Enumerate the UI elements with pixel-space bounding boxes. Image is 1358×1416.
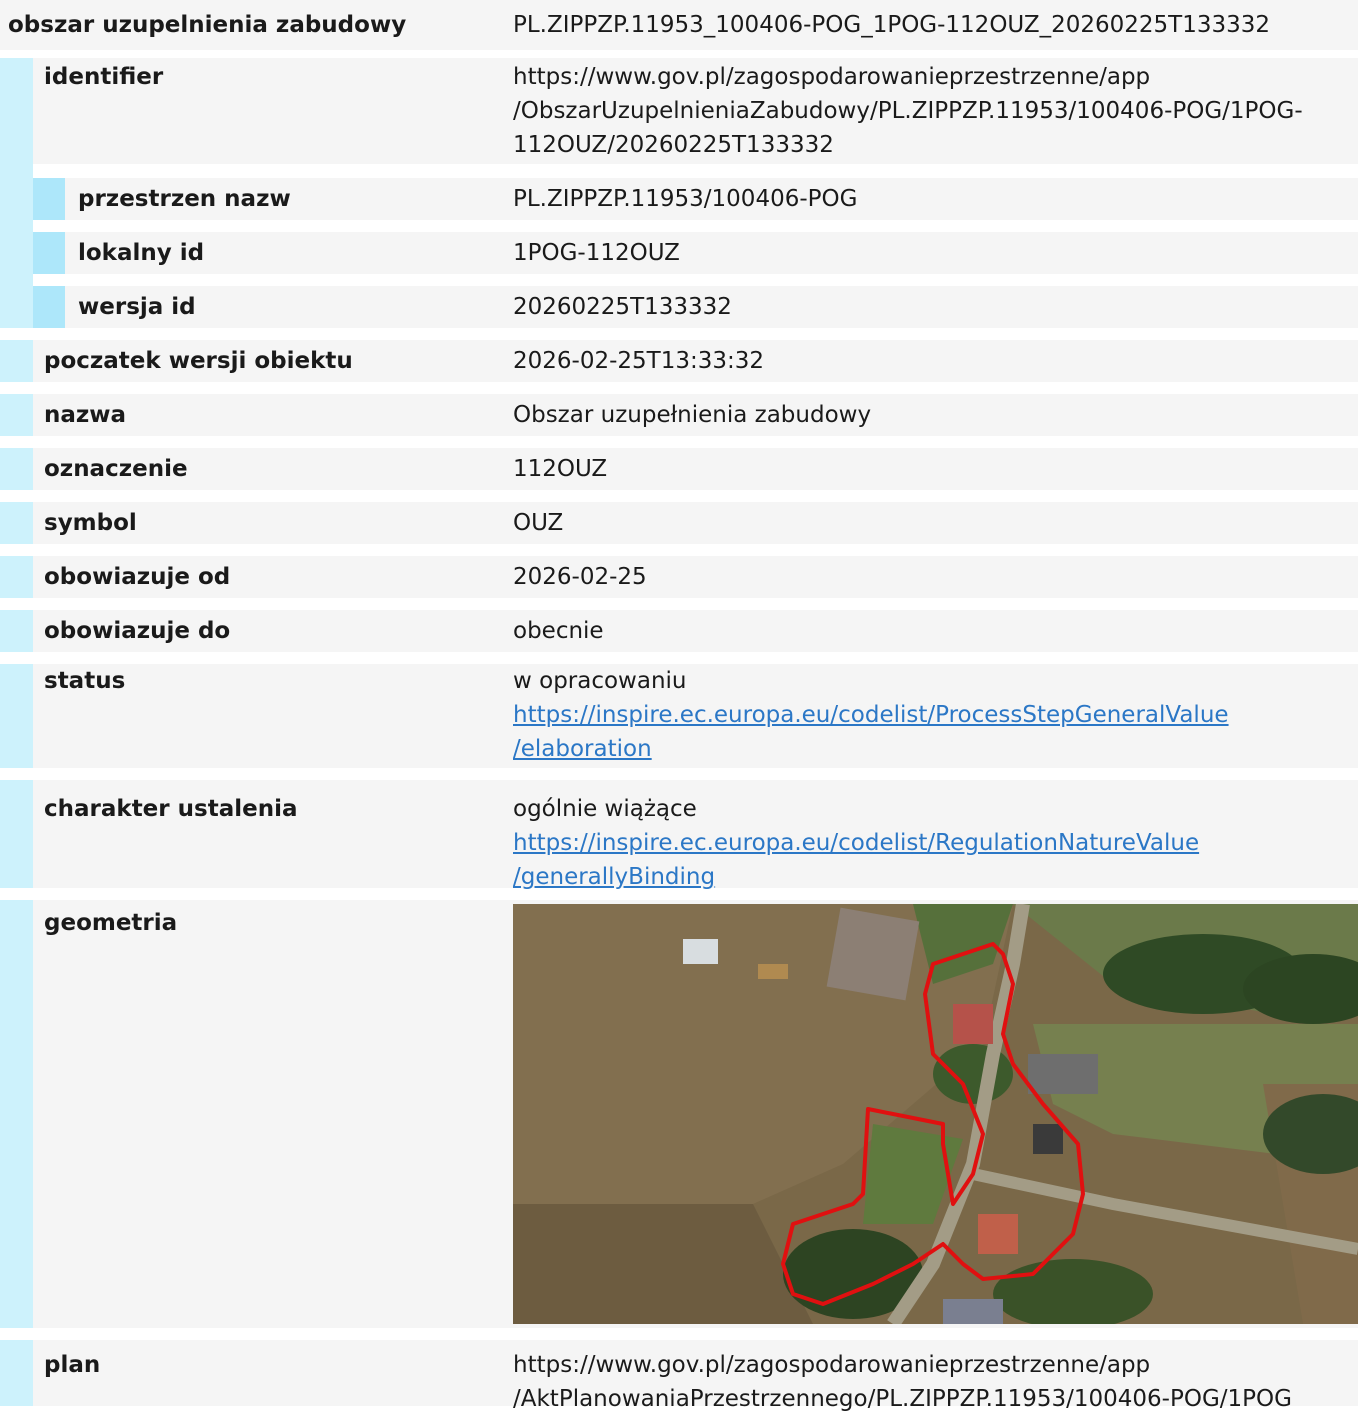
status-label: status [44, 668, 126, 694]
field-row: poczatek wersji obiektu 2026-02-25T13:33… [0, 340, 1358, 382]
version-id-label: wersja id [78, 294, 196, 320]
field-row: symbol OUZ [0, 502, 1358, 544]
field-row: oznaczenie 112OUZ [0, 448, 1358, 490]
regulation-nature-value: ogólnie wiążące [513, 796, 697, 822]
sub-indent-bar [33, 178, 65, 220]
sub-indent-bar [33, 232, 65, 274]
field-value: obecnie [513, 618, 604, 644]
status-row: status w opracowaniu https://inspire.ec.… [0, 664, 1358, 768]
indent-bar [0, 232, 33, 274]
indent-bar [0, 274, 33, 286]
regulation-nature-value-block: ogólnie wiążące https://inspire.ec.europ… [513, 792, 1199, 894]
local-id-value: 1POG-112OUZ [513, 240, 680, 266]
indent-bar [0, 610, 33, 652]
indent-bar [0, 394, 33, 436]
indent-bar [0, 164, 33, 178]
indent-bar [0, 220, 33, 232]
indent-bar [0, 1340, 33, 1406]
indent-bar [0, 664, 33, 768]
field-label: poczatek wersji obiektu [44, 348, 353, 374]
indent-bar [0, 900, 33, 1328]
row-background [33, 502, 1358, 544]
sub-indent-bar [33, 286, 65, 328]
indent-bar [0, 780, 33, 888]
field-label: symbol [44, 510, 137, 536]
field-value: 112OUZ [513, 456, 608, 482]
link-line: /elaboration [513, 736, 652, 762]
identifier-value: https://www.gov.pl/zagospodarowanieprzes… [513, 64, 1303, 158]
row-background [65, 232, 1358, 274]
plan-label: plan [44, 1352, 101, 1378]
regulation-nature-label: charakter ustalenia [44, 796, 298, 822]
indent-bar [0, 58, 33, 164]
status-value-block: w opracowaniu https://inspire.ec.europa.… [513, 664, 1229, 766]
indent-bar [0, 448, 33, 490]
version-id-row: wersja id 20260225T133332 [0, 286, 1358, 328]
row-background [33, 448, 1358, 490]
link-line: https://inspire.ec.europa.eu/codelist/Re… [513, 830, 1200, 856]
field-label: oznaczenie [44, 456, 188, 482]
field-value: 2026-02-25T13:33:32 [513, 348, 765, 374]
field-label: nazwa [44, 402, 127, 428]
nested-spacer [0, 220, 1358, 232]
field-row: nazwa Obszar uzupełnienia zabudowy [0, 394, 1358, 436]
field-label: obowiazuje do [44, 618, 231, 644]
nested-spacer [0, 164, 1358, 178]
indent-bar [0, 556, 33, 598]
indent-bar [0, 286, 33, 328]
version-id-value: 20260225T133332 [513, 294, 732, 320]
aerial-map-svg [513, 904, 1358, 1324]
row-background [33, 610, 1358, 652]
field-value: OUZ [513, 510, 564, 536]
field-value: 2026-02-25 [513, 564, 647, 590]
field-label: obowiazuje od [44, 564, 231, 590]
geometry-label: geometria [44, 910, 178, 936]
identifier-row: identifier https://www.gov.pl/zagospodar… [0, 58, 1358, 164]
regulation-nature-row: charakter ustalenia ogólnie wiążące http… [0, 780, 1358, 890]
indent-bar [0, 340, 33, 382]
namespace-value: PL.ZIPPZP.11953/100406-POG [513, 186, 858, 212]
namespace-label: przestrzen nazw [78, 186, 291, 212]
local-id-label: lokalny id [78, 240, 205, 266]
regulation-codelist-link[interactable]: https://inspire.ec.europa.eu/codelist/Re… [513, 826, 1199, 894]
indent-bar [0, 502, 33, 544]
indent-bar [0, 178, 33, 220]
status-value: w opracowaniu [513, 668, 687, 694]
header-row: obszar uzupelnienia zabudowy PL.ZIPPZP.1… [0, 0, 1358, 50]
identifier-label: identifier [44, 64, 164, 90]
local-id-row: lokalny id 1POG-112OUZ [0, 232, 1358, 274]
plan-row: plan https://www.gov.pl/zagospodarowanie… [0, 1340, 1358, 1412]
link-line: https://inspire.ec.europa.eu/codelist/Pr… [513, 702, 1229, 728]
field-row: obowiazuje od 2026-02-25 [0, 556, 1358, 598]
status-codelist-link[interactable]: https://inspire.ec.europa.eu/codelist/Pr… [513, 698, 1229, 766]
object-id-value: PL.ZIPPZP.11953_100406-POG_1POG-112OUZ_2… [513, 12, 1271, 38]
nested-spacer [0, 274, 1358, 286]
geometry-row: geometria [0, 900, 1358, 1328]
field-row: obowiazuje do obecnie [0, 610, 1358, 652]
object-type-label: obszar uzupelnienia zabudowy [8, 12, 407, 38]
field-value: Obszar uzupełnienia zabudowy [513, 402, 872, 428]
geometry-map-image[interactable] [513, 904, 1358, 1324]
row-background [33, 556, 1358, 598]
namespace-row: przestrzen nazw PL.ZIPPZP.11953/100406-P… [0, 178, 1358, 220]
link-line: /generallyBinding [513, 864, 716, 890]
